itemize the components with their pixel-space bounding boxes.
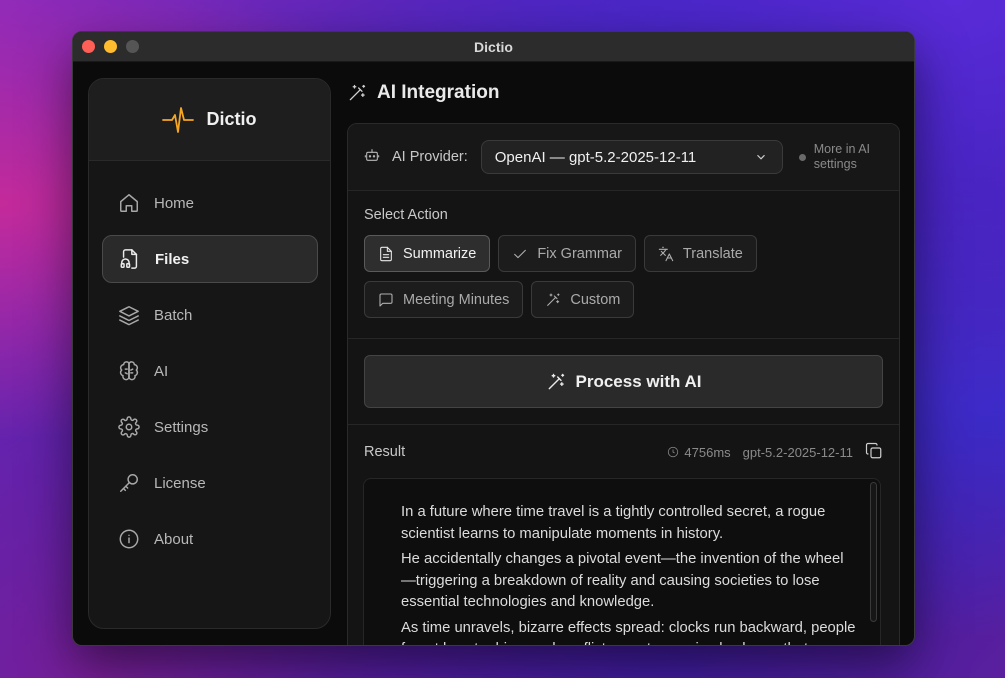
- sidebar-item-label: AI: [154, 362, 169, 380]
- sidebar-item-label: License: [154, 474, 206, 492]
- chip-label: Meeting Minutes: [403, 291, 510, 308]
- sidebar-item-ai[interactable]: AI: [102, 347, 318, 395]
- sidebar-item-settings[interactable]: Settings: [102, 403, 318, 451]
- provider-select[interactable]: OpenAI — gpt-5.2-2025-12-11: [480, 140, 783, 174]
- window-title: Dictio: [474, 39, 513, 55]
- result-paragraph: In a future where time travel is a tight…: [401, 504, 826, 542]
- brand-name: Dictio: [206, 109, 257, 129]
- chip-label: Summarize: [403, 245, 477, 262]
- chip-label: Custom: [570, 291, 621, 308]
- home-icon: [120, 194, 138, 212]
- magic-wand-icon: [547, 292, 560, 306]
- clock-icon: [668, 446, 679, 458]
- magic-wand-icon: [548, 373, 564, 389]
- sidebar-item-label: Batch: [154, 306, 193, 324]
- process-with-ai-button[interactable]: Process with AI: [364, 355, 883, 408]
- sidebar-item-label: Files: [155, 250, 190, 268]
- copy-icon: [865, 442, 882, 458]
- document-icon: [380, 246, 392, 261]
- result-text-area[interactable]: In a future where time travel is a tight…: [363, 478, 881, 646]
- sidebar-item-about[interactable]: About: [102, 515, 318, 563]
- app-window: Dictio Dictio Home Files Batch AI Settin…: [72, 31, 915, 646]
- more-settings-note: More in AI settings: [798, 142, 884, 172]
- check-icon: [514, 249, 527, 258]
- action-section: Select Action Summarize Fix Grammar Tran…: [348, 191, 899, 339]
- waveform-logo-icon: [162, 106, 195, 133]
- sidebar-item-label: About: [154, 530, 194, 548]
- sidebar-item-label: Settings: [154, 418, 209, 436]
- process-section: Process with AI: [348, 339, 899, 425]
- process-button-label: Process with AI: [575, 371, 702, 391]
- provider-label: AI Provider:: [392, 149, 468, 165]
- model-text: gpt-5.2-2025-12-11: [742, 444, 853, 460]
- chevron-down-icon: [756, 154, 765, 160]
- sidebar-item-home[interactable]: Home: [102, 179, 318, 227]
- chip-label: Fix Grammar: [537, 245, 622, 262]
- provider-row: AI Provider: OpenAI — gpt-5.2-2025-12-11…: [348, 124, 899, 191]
- layers-icon: [119, 306, 139, 326]
- result-header: Result 4756ms gpt-5.2-2025-12-11: [348, 425, 899, 479]
- result-paragraph: He accidentally changes a pivotal event—…: [401, 551, 844, 610]
- info-icon: [119, 529, 139, 549]
- magic-wand-icon: [349, 84, 366, 101]
- key-icon: [120, 474, 138, 492]
- title-bar: Dictio: [73, 32, 914, 62]
- duration-badge: 4756ms: [667, 444, 731, 460]
- sidebar-item-license[interactable]: License: [102, 459, 318, 507]
- action-custom-button[interactable]: Custom: [531, 281, 635, 318]
- sidebar-item-batch[interactable]: Batch: [102, 291, 318, 339]
- action-fix-grammar-button[interactable]: Fix Grammar: [498, 235, 636, 272]
- chat-icon: [379, 292, 393, 307]
- file-audio-icon: [120, 249, 138, 269]
- translate-icon: [658, 246, 674, 261]
- provider-select-value: OpenAI — gpt-5.2-2025-12-11: [494, 148, 697, 166]
- bot-icon: [364, 147, 380, 168]
- action-chips: Summarize Fix Grammar Translate Meeting …: [364, 235, 784, 318]
- sidebar-item-label: Home: [154, 194, 195, 212]
- dot-icon: [798, 153, 806, 161]
- duration-text: 4756ms: [684, 444, 731, 460]
- page-header: AI Integration: [347, 78, 914, 108]
- copy-button[interactable]: [865, 442, 883, 463]
- result-scrollbar[interactable]: [870, 482, 877, 622]
- sidebar-item-files[interactable]: Files: [102, 235, 318, 283]
- chip-label: Translate: [682, 245, 743, 262]
- brand-header: Dictio: [89, 79, 330, 161]
- page-title: AI Integration: [377, 82, 500, 103]
- result-label: Result: [364, 444, 406, 460]
- result-meta: 4756ms gpt-5.2-2025-12-11: [667, 442, 883, 463]
- result-paragraph: As time unravels, bizarre effects spread…: [401, 619, 856, 646]
- sidebar: Dictio Home Files Batch AI Settings Lice…: [88, 78, 331, 629]
- main-content: AI Integration AI Provider: OpenAI — gpt…: [347, 78, 914, 645]
- action-translate-button[interactable]: Translate: [643, 235, 757, 272]
- result-text: In a future where time travel is a tight…: [364, 479, 880, 646]
- sidebar-nav: Home Files Batch AI Settings License Abo…: [89, 161, 330, 563]
- action-summarize-button[interactable]: Summarize: [364, 235, 491, 272]
- select-action-label: Select Action: [364, 207, 448, 223]
- more-settings-text: More in AI settings: [813, 142, 871, 171]
- gear-icon: [118, 416, 140, 438]
- brain-icon: [119, 361, 139, 381]
- action-meeting-minutes-button[interactable]: Meeting Minutes: [364, 281, 524, 318]
